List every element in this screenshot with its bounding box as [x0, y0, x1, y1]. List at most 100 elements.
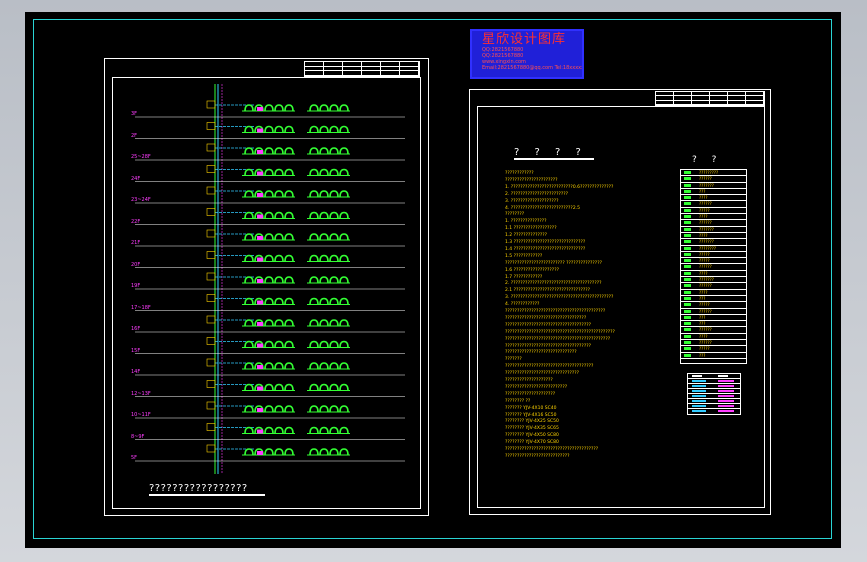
- note-line: ????????????: [505, 171, 534, 176]
- floor-label: 5F: [131, 455, 138, 461]
- legend-label: ????: [699, 214, 708, 220]
- floor-label: 8~9F: [131, 433, 145, 440]
- legend-symbol: [684, 233, 691, 237]
- legend-symbol: [684, 246, 691, 250]
- meter-mark: [257, 365, 263, 369]
- device-symbol: [244, 211, 254, 219]
- meter-mark: [257, 300, 263, 305]
- device-symbol: [339, 340, 349, 348]
- legend-symbol: [684, 334, 691, 338]
- device-symbol: [319, 383, 329, 391]
- legend-label: ???: [699, 188, 706, 194]
- legend-label: ???????: [699, 226, 714, 232]
- note-line: ????????????????????????????????????????…: [505, 336, 611, 342]
- note-line: ???????: [505, 357, 522, 363]
- device-symbol: [339, 297, 349, 305]
- legend-symbol: [684, 271, 691, 275]
- note-line: 1.4 ??????????????????????????????: [505, 246, 586, 252]
- device-symbol: [339, 426, 349, 434]
- legend-row: ???: [681, 353, 746, 359]
- legend-symbol: [684, 296, 691, 300]
- drawing-canvas[interactable]: 3F 2F 25~28F 24F 23~24F 22F 21F 20F 19F 17~18F 16F…: [25, 12, 841, 548]
- device-symbol: [274, 319, 284, 327]
- device-symbol: [244, 147, 254, 155]
- floor-panel-box: [206, 337, 216, 345]
- device-symbol: [319, 405, 329, 413]
- legend-label: ????????: [699, 245, 716, 251]
- note-line: ???????? YJV-4X50 SC80: [505, 433, 559, 439]
- device-symbol: [264, 426, 274, 434]
- legend-label: ?????: [699, 207, 710, 213]
- floor-panel-box: [206, 444, 216, 453]
- cad-viewport[interactable]: 3F 2F 25~28F 24F 23~24F 22F 21F 20F 19F 17~18F 16F…: [0, 0, 867, 562]
- device-symbol: [319, 125, 329, 133]
- device-symbol: [319, 448, 329, 456]
- device-symbol: [309, 254, 319, 262]
- device-symbol: [284, 254, 294, 262]
- legend-label: ??????: [699, 340, 712, 346]
- device-symbol: [264, 405, 274, 413]
- device-symbol: [284, 104, 294, 112]
- note-line: ????????????????????: [505, 378, 553, 383]
- note-line: 1.6 ???????????????????: [505, 267, 559, 273]
- device-symbol: [284, 147, 294, 155]
- device-symbol: [309, 190, 319, 198]
- device-symbol: [264, 362, 274, 370]
- device-symbol: [309, 125, 319, 133]
- note-line: ??????????????????????????????: [505, 350, 577, 356]
- note-line: ???????????????????????????????????????: [505, 447, 599, 452]
- note-line: 1.5 ????????????: [505, 253, 543, 259]
- device-symbol: [264, 168, 274, 176]
- legend-title: ? ?: [692, 155, 723, 165]
- meter-mark: [257, 171, 263, 176]
- device-symbol: [319, 362, 329, 370]
- legend-label: ???????: [699, 182, 714, 188]
- meter-mark: [257, 128, 263, 133]
- note-line: ??????????????????????????????????: [505, 315, 587, 321]
- meter-mark: [257, 107, 263, 111]
- device-symbol: [274, 448, 284, 456]
- note-line: 1.1 ??????????????????: [505, 226, 557, 232]
- floor-panel-box: [206, 100, 216, 109]
- device-symbol: [339, 383, 349, 391]
- device-symbol: [274, 276, 284, 284]
- device-symbol: [244, 254, 254, 262]
- device-symbol: [309, 405, 319, 413]
- device-symbol: [264, 233, 274, 241]
- device-symbol: [274, 383, 284, 391]
- device-symbol: [329, 125, 339, 133]
- device-symbol: [339, 104, 349, 112]
- device-symbol: [284, 125, 294, 133]
- legend-label: ??????: [699, 201, 712, 207]
- device-symbol: [264, 276, 274, 284]
- note-line: ???????? ??: [505, 398, 531, 404]
- floor-panel-box: [206, 186, 216, 195]
- device-symbol: [329, 340, 339, 348]
- legend-label: ???????: [699, 239, 714, 245]
- device-symbol: [264, 297, 274, 305]
- device-symbol: [339, 211, 349, 219]
- note-line: 3. ????????????????????: [505, 198, 559, 204]
- legend-symbol: [684, 177, 691, 181]
- meter-mark: [257, 257, 263, 262]
- legend-symbol: [684, 221, 691, 225]
- device-symbol: [319, 147, 329, 155]
- meter-mark: [257, 150, 263, 154]
- device-symbol: [319, 276, 329, 284]
- device-symbol: [284, 190, 294, 198]
- device-symbol: [274, 168, 284, 176]
- device-symbol: [309, 104, 319, 112]
- legend-symbol: [684, 252, 691, 256]
- note-line: 1. ???????????????: [505, 219, 547, 225]
- note-line: 4. ??????????????????????????2.5: [505, 205, 580, 211]
- device-symbol: [319, 254, 329, 262]
- meter-mark: [257, 279, 263, 283]
- left-sheet[interactable]: 3F 2F 25~28F 24F 23~24F 22F 21F 20F 19F 17~18F 16F…: [104, 58, 429, 516]
- device-symbol: [319, 104, 329, 112]
- device-symbol: [244, 297, 254, 305]
- note-line: ???????????????????????????: [505, 453, 570, 459]
- floor-label: 24F: [131, 175, 141, 182]
- device-symbol: [329, 448, 339, 456]
- floor-panel-box: [206, 251, 216, 259]
- floor-panel-box: [206, 122, 216, 130]
